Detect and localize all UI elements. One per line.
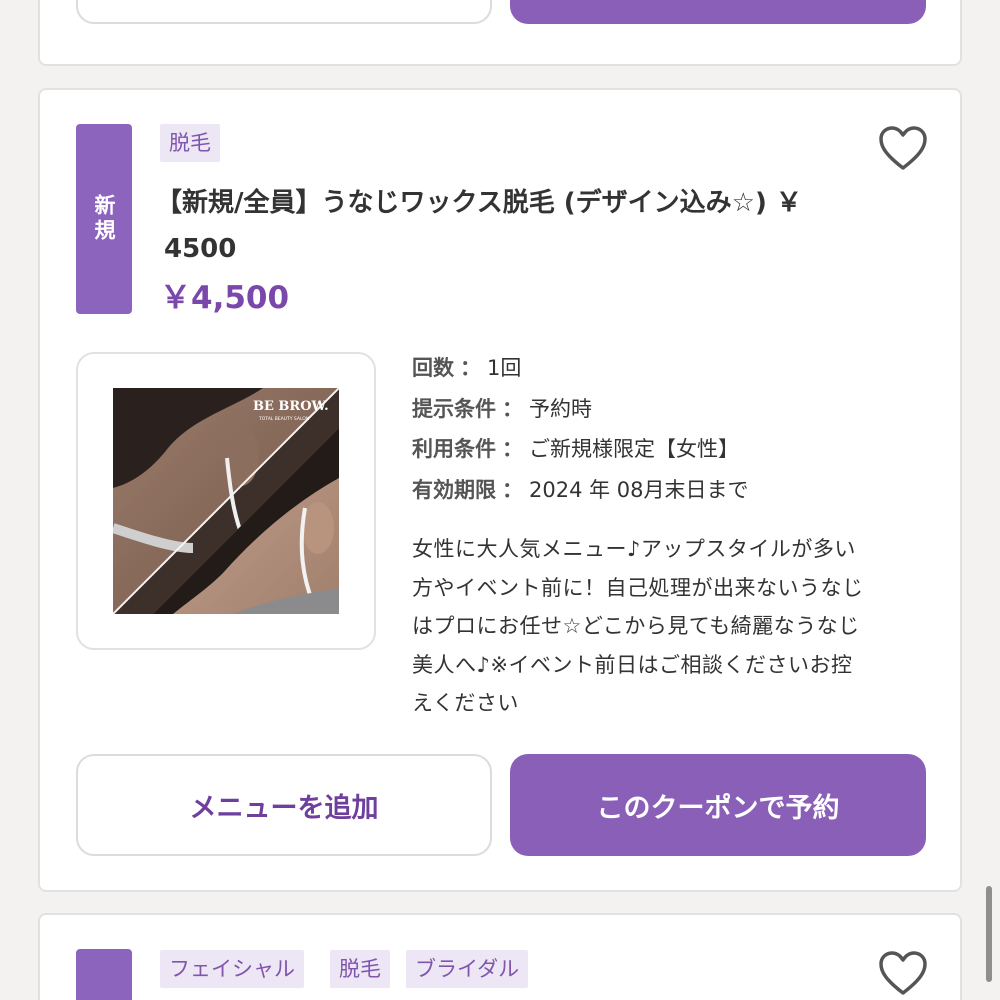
add-menu-button[interactable]: メニューを追加: [76, 754, 492, 856]
description-line: 美人へ♪※イベント前日はご相談くださいお控: [412, 652, 853, 677]
coupon-card: 新規 脱毛 【新規/全員】うなじワックス脱毛 (デザイン込み☆) ￥ 4500 …: [38, 88, 962, 892]
coupon-image-frame[interactable]: BE BROW. TOTAL BEAUTY SALON: [76, 352, 376, 650]
scrollbar-thumb[interactable]: [986, 886, 992, 982]
description-line: 女性に大人気メニュー♪アップスタイルが多い: [412, 537, 856, 561]
coupon-description: 女性に大人気メニュー♪アップスタイルが多い 方やイベント前に！自己処理が出来ない…: [412, 530, 930, 723]
category-tag-hair-removal: 脱毛: [330, 950, 390, 988]
brand-logo-text: BE BROW.: [253, 399, 329, 414]
coupon-title-line2: 4500: [164, 234, 237, 264]
new-customer-badge: 新規: [76, 124, 132, 314]
detail-presentation: 提示条件：予約時: [412, 396, 592, 421]
detail-count: 回数： 1回: [412, 356, 522, 380]
detail-expiry: 有効期限： 2024 年 08月末日まで: [412, 477, 749, 502]
category-tag-bridal: ブライダル: [406, 950, 529, 988]
description-line: はプロにお任せ☆どこから見ても綺麗なうなじ: [412, 614, 860, 638]
new-customer-badge: [76, 949, 132, 1000]
category-tag-facial: フェイシャル: [160, 950, 304, 988]
category-tag: 脱毛: [160, 124, 220, 162]
detail-usage: 利用条件：ご新規様限定【女性】: [412, 437, 739, 461]
coupon-price: ￥4,500: [160, 280, 290, 316]
reserve-coupon-button[interactable]: このクーポンで予約: [510, 754, 926, 856]
heart-icon[interactable]: [878, 951, 928, 997]
reserve-coupon-button[interactable]: [510, 0, 926, 24]
coupon-details: 回数： 1回 提示条件：予約時 利用条件：ご新規様限定【女性】 有効期限： 2024…: [412, 348, 749, 510]
coupon-photo: BE BROW. TOTAL BEAUTY SALON: [113, 388, 339, 614]
heart-icon[interactable]: [878, 126, 928, 172]
description-line: 方やイベント前に！自己処理が出来ないうなじ: [412, 575, 864, 600]
coupon-list-page: 新規 脱毛 【新規/全員】うなじワックス脱毛 (デザイン込み☆) ￥ 4500 …: [0, 0, 1000, 1000]
coupon-title: 【新規/全員】うなじワックス脱毛 (デザイン込み☆) ￥ 4500: [156, 180, 856, 272]
add-menu-button[interactable]: [76, 0, 492, 24]
coupon-card-next: フェイシャル 脱毛 ブライダル: [38, 913, 962, 1000]
new-badge-label: 新規: [92, 194, 116, 244]
svg-text:TOTAL BEAUTY SALON: TOTAL BEAUTY SALON: [258, 416, 309, 422]
coupon-title-line1: 【新規/全員】うなじワックス脱毛 (デザイン込み☆) ￥: [156, 188, 802, 218]
description-line: えください: [412, 691, 519, 715]
coupon-card-previous: [38, 0, 962, 66]
